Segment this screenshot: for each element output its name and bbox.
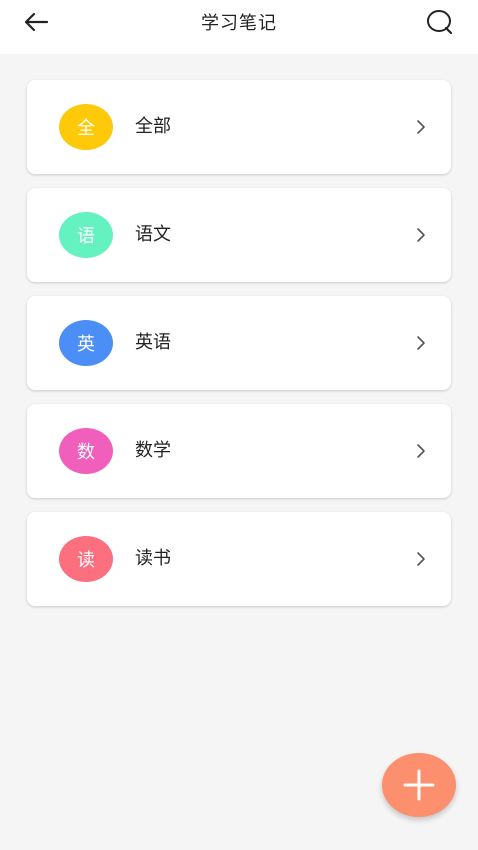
- category-badge-text: 数: [77, 442, 95, 463]
- category-card-english[interactable]: 英 英语: [27, 296, 451, 390]
- category-badge: 读: [59, 536, 113, 582]
- top-bar: 学习笔记: [0, 0, 478, 54]
- category-badge: 英: [59, 320, 113, 366]
- chevron-right-icon: [415, 118, 427, 136]
- category-badge-text: 全: [77, 118, 95, 139]
- chevron-right-icon: [415, 550, 427, 568]
- plus-icon: [403, 769, 435, 801]
- search-icon: [427, 10, 453, 35]
- chevron-right-icon: [415, 442, 427, 460]
- category-badge: 全: [59, 104, 113, 150]
- category-badge-text: 英: [77, 334, 95, 355]
- category-card-chinese[interactable]: 语 语文: [27, 188, 451, 282]
- category-list: 全 全部 语 语文 英 英语 数 数学 读 读书: [27, 80, 451, 620]
- category-badge: 语: [59, 212, 113, 258]
- category-badge: 数: [59, 428, 113, 474]
- category-label: 读书: [135, 548, 171, 569]
- chevron-right-icon: [415, 226, 427, 244]
- chevron-right-icon: [415, 334, 427, 352]
- category-card-math[interactable]: 数 数学: [27, 404, 451, 498]
- category-badge-text: 语: [77, 226, 95, 247]
- category-label: 语文: [135, 224, 171, 245]
- category-label: 全部: [135, 116, 171, 137]
- category-label: 数学: [135, 440, 171, 461]
- search-button[interactable]: [424, 8, 456, 36]
- category-card-all[interactable]: 全 全部: [27, 80, 451, 174]
- page-title: 学习笔记: [201, 13, 277, 34]
- category-badge-text: 读: [77, 550, 95, 571]
- add-note-button[interactable]: [382, 753, 456, 817]
- category-card-reading[interactable]: 读 读书: [27, 512, 451, 606]
- category-label: 英语: [135, 332, 171, 353]
